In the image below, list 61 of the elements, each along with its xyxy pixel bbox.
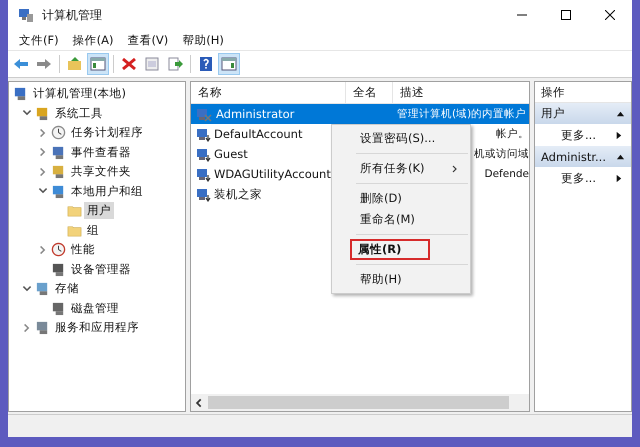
tree-item[interactable]: 计算机管理(本地)	[30, 85, 129, 102]
horizontal-scrollbar[interactable]	[191, 394, 529, 411]
section-header[interactable]: 用户	[535, 103, 631, 124]
event-log-icon	[51, 144, 66, 160]
column-header[interactable]: 全名	[346, 82, 393, 103]
menu-item[interactable]: 帮助(H)	[334, 269, 468, 290]
gauge-icon	[51, 242, 66, 258]
tree-item[interactable]: 磁盘管理	[68, 300, 122, 317]
tree-item[interactable]: 事件查看器	[68, 144, 134, 161]
column-header[interactable]: 描述	[393, 82, 529, 103]
disk-icon	[51, 300, 66, 316]
shared-folder-icon	[51, 164, 66, 180]
table-cell-text: Defende	[484, 168, 529, 180]
tree-item[interactable]: 性能	[68, 241, 98, 258]
menu-item[interactable]: 属性(R)	[350, 239, 430, 260]
table-cell-text: Administrator	[215, 106, 296, 122]
services-icon	[35, 320, 50, 336]
table-cell-text: 管理计算机(域)的内置帐户	[396, 107, 526, 121]
table-cell: WDAGUtilityAccount	[214, 167, 331, 181]
clock-icon	[51, 125, 66, 140]
tree-item[interactable]: 本地用户和组	[68, 182, 146, 200]
arrow-right-icon	[614, 174, 623, 182]
window-title: 计算机管理	[42, 6, 102, 24]
section-header[interactable]: Administr...	[535, 146, 631, 167]
computer-icon	[18, 7, 34, 23]
menu-item[interactable]: 文件(F)	[14, 32, 64, 48]
menu-item[interactable]: 所有任务(K)	[334, 158, 468, 179]
table-cell: 装机之家	[214, 186, 262, 202]
action-link[interactable]: 更多...	[535, 124, 631, 146]
device-icon	[51, 262, 66, 277]
pane-toggle-icon[interactable]	[218, 53, 240, 75]
menu-item[interactable]: 删除(D)	[334, 188, 468, 209]
action-link[interactable]: 更多...	[535, 167, 631, 189]
tree-item[interactable]: 存储	[52, 280, 82, 298]
table-cell-text: 帐户。	[495, 127, 529, 141]
tree-item[interactable]: 服务和应用程序	[52, 319, 142, 336]
tree-item[interactable]: 设备管理器	[68, 260, 134, 278]
menu-item[interactable]: 帮助(H)	[177, 32, 229, 48]
tree-item[interactable]: 共享文件夹	[68, 163, 134, 180]
collapse-icon	[616, 109, 625, 118]
column-header[interactable]: 名称	[191, 82, 346, 103]
table-cell: Guest	[214, 147, 248, 161]
tree-item[interactable]: 组	[84, 222, 102, 239]
tree-item[interactable]: 用户	[84, 202, 114, 220]
tools-icon	[35, 106, 50, 121]
computer-icon	[13, 86, 28, 102]
pane-toggle-icon[interactable]	[87, 53, 109, 75]
maximize-icon[interactable]	[561, 10, 571, 20]
menu-item[interactable]: 查看(V)	[122, 32, 174, 48]
table-cell-text: 机或访问域	[473, 147, 529, 161]
tree-item[interactable]: 任务计划程序	[68, 124, 146, 142]
storage-icon	[35, 281, 50, 296]
users-icon	[51, 184, 66, 199]
menu-item[interactable]: 设置密码(S)...	[334, 128, 468, 149]
arrow-right-icon	[614, 130, 623, 140]
collapse-icon	[616, 152, 625, 161]
tree-item[interactable]: 系统工具	[52, 104, 106, 122]
table-cell: DefaultAccount	[214, 127, 302, 141]
menu-item[interactable]: 重命名(M)	[334, 209, 468, 230]
close-icon[interactable]	[605, 10, 615, 20]
menu-item[interactable]: 操作(A)	[68, 32, 118, 48]
